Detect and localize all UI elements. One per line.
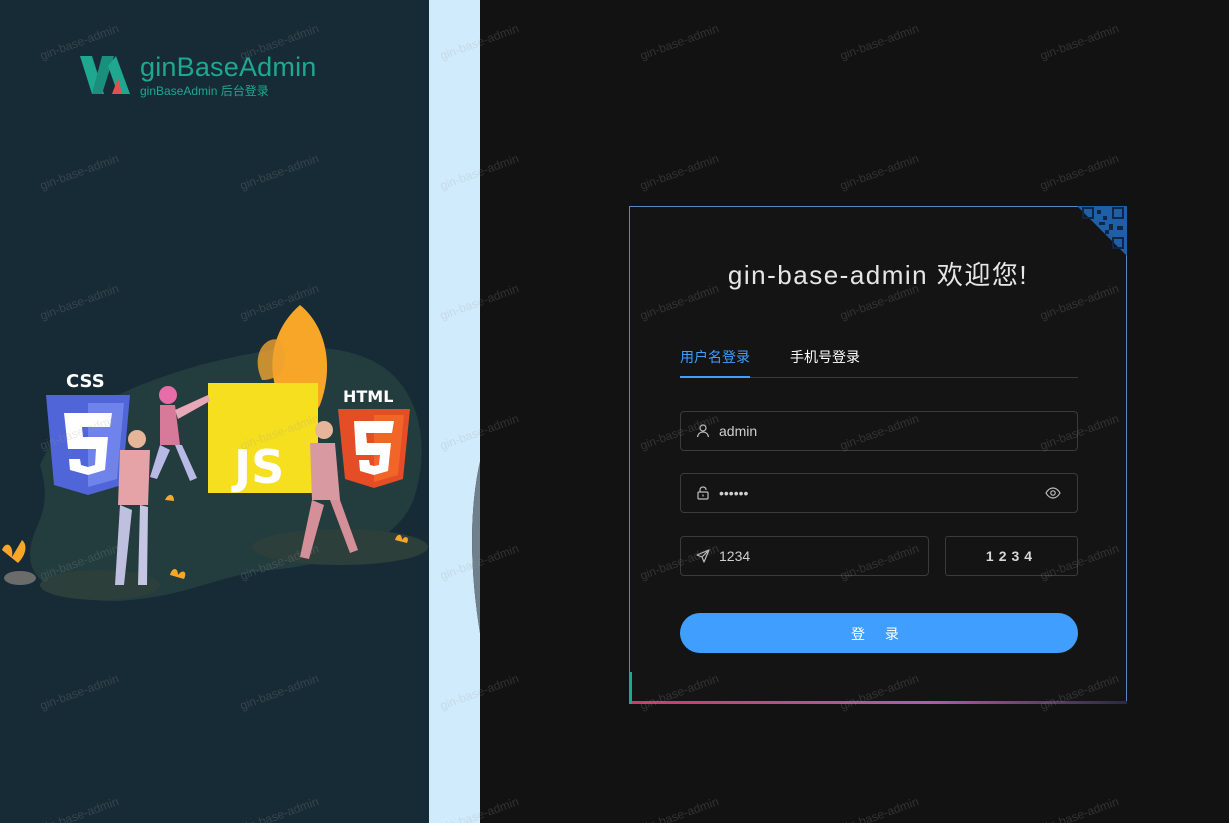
- login-button[interactable]: 登 录: [680, 613, 1078, 653]
- tab-username-login[interactable]: 用户名登录: [680, 347, 750, 378]
- brand-name: ginBaseAdmin: [140, 52, 317, 82]
- login-title: gin-base-admin 欢迎您!: [727, 260, 1029, 290]
- css-label: CSS: [66, 371, 105, 392]
- captcha-input[interactable]: [719, 548, 928, 564]
- send-icon: [696, 549, 710, 563]
- html-label: HTML: [343, 387, 393, 406]
- username-input[interactable]: [719, 423, 1077, 439]
- eye-icon[interactable]: [1045, 485, 1061, 501]
- login-page: ginBaseAdmin ginBaseAdmin 后台登录 CSS JS HT…: [0, 0, 1229, 823]
- lock-icon: [697, 486, 709, 500]
- login-tabs: 用户名登录 手机号登录: [680, 347, 1078, 378]
- login-card: gin-base-admin 欢迎您! 用户名登录 手机号登录 admin ••…: [629, 206, 1127, 704]
- accent-line-left: [629, 672, 632, 704]
- password-input[interactable]: [719, 485, 1045, 501]
- js-logo: JS: [208, 383, 318, 494]
- css-logo: CSS: [46, 371, 130, 495]
- tab-phone-login[interactable]: 手机号登录: [790, 347, 860, 377]
- logo-icon: [80, 56, 130, 94]
- user-icon: [696, 424, 710, 438]
- logo: ginBaseAdmin ginBaseAdmin 后台登录: [78, 52, 317, 98]
- left-panel: ginBaseAdmin ginBaseAdmin 后台登录 CSS JS HT…: [0, 0, 430, 823]
- illustration: CSS JS HTML: [2, 305, 428, 601]
- js-label: JS: [231, 440, 284, 494]
- captcha-image[interactable]: 1234: [945, 536, 1078, 576]
- password-field[interactable]: [680, 473, 1078, 513]
- accent-line-bottom: [632, 701, 1127, 704]
- qr-code-icon[interactable]: [1077, 206, 1127, 256]
- username-field[interactable]: [680, 411, 1078, 451]
- captcha-field[interactable]: [680, 536, 929, 576]
- brand-subtitle: ginBaseAdmin 后台登录: [140, 84, 269, 98]
